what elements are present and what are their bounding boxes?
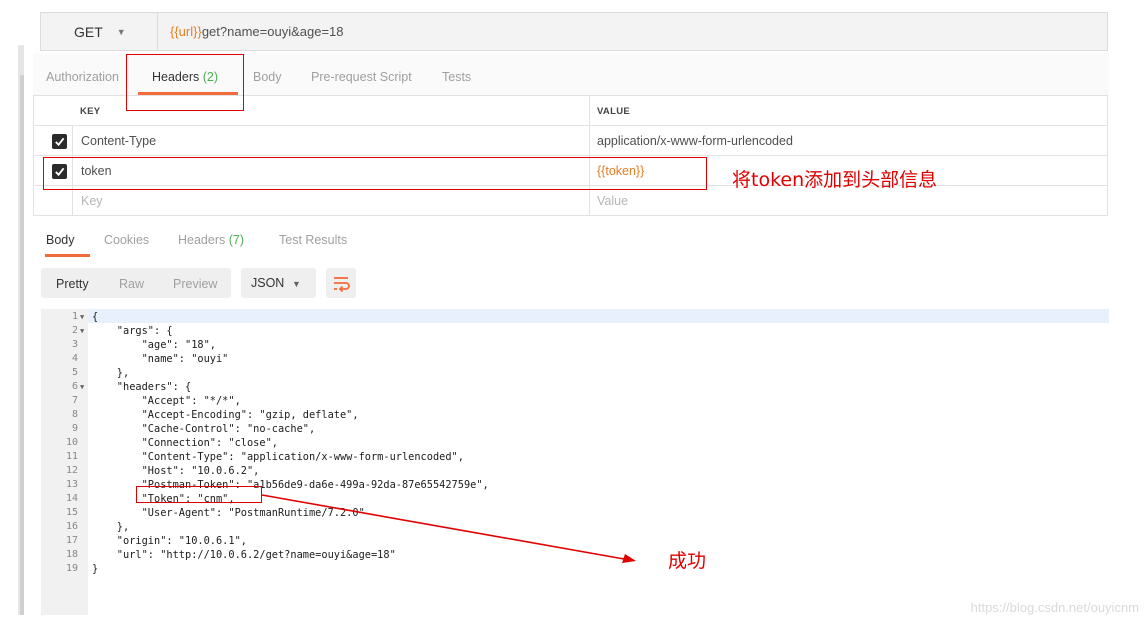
- arrow-annotation: [261, 494, 636, 563]
- arrowhead-icon: [622, 554, 636, 563]
- watermark: https://blog.csdn.net/ouyicnm: [970, 600, 1139, 615]
- arrow-line: [261, 494, 625, 560]
